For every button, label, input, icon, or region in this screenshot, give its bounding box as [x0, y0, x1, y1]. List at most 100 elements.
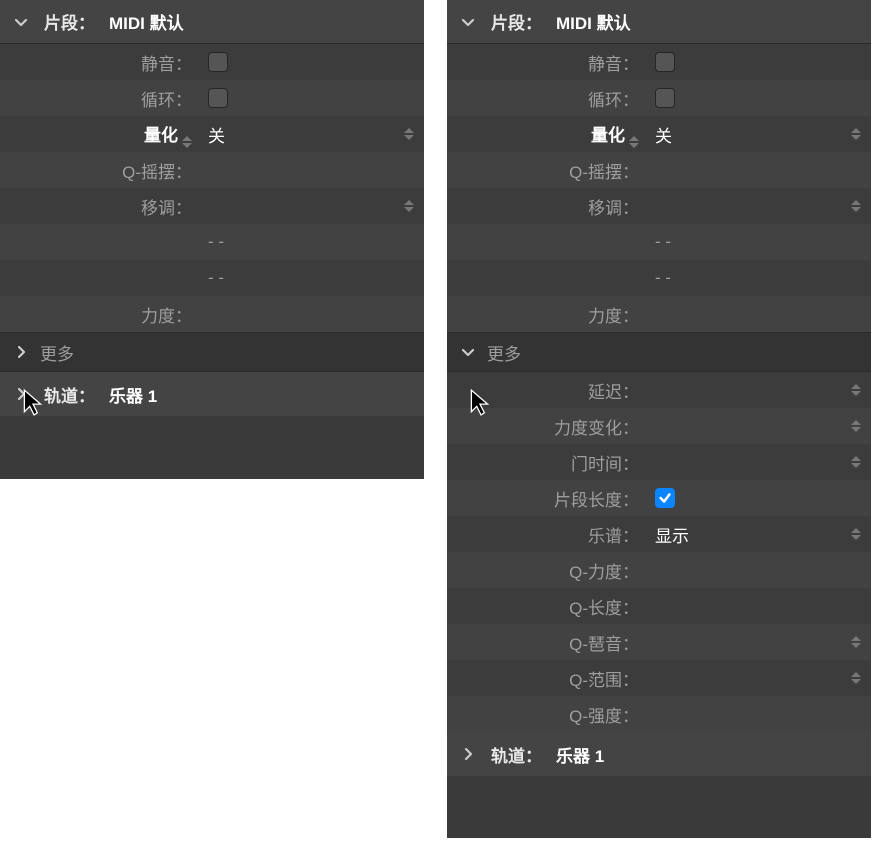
row-regionlen: 片段长度： — [447, 480, 871, 516]
mute-label: 静音： — [0, 50, 198, 75]
row-dash2: - - — [447, 260, 871, 296]
inspector-panel-expanded: 片段： MIDI 默认 静音： 循环： 量化 关 Q-摇摆： 移调： - - — [447, 0, 871, 838]
track-name[interactable]: 乐器 1 — [109, 382, 157, 407]
qvel-label: Q-力度： — [447, 558, 645, 583]
track-label: 轨道： — [44, 382, 95, 407]
track-header[interactable]: 轨道： 乐器 1 — [447, 732, 871, 776]
delay-stepper-icon[interactable] — [851, 384, 861, 396]
velocity-label: 力度： — [0, 302, 198, 327]
region-label: 片段： — [491, 9, 542, 34]
more-toggle[interactable]: 更多 — [447, 332, 871, 372]
row-qrange: Q-范围： — [447, 660, 871, 696]
score-stepper-icon[interactable] — [851, 528, 861, 540]
qswing-label: Q-摇摆： — [0, 158, 198, 183]
inspector-panel-collapsed: 片段： MIDI 默认 静音： 循环： 量化 关 Q-摇摆： 移调： - - — [0, 0, 424, 479]
qswing-label: Q-摇摆： — [447, 158, 645, 183]
row-velocity: 力度： — [447, 296, 871, 332]
transpose-label: 移调： — [447, 194, 645, 219]
quantize-value[interactable]: 关 — [198, 116, 424, 152]
quantize-value[interactable]: 关 — [645, 116, 871, 152]
qvel-value[interactable] — [645, 552, 871, 588]
row-velocity: 力度： — [0, 296, 424, 332]
dash-value-1: - - — [198, 224, 424, 260]
velchange-stepper-icon[interactable] — [851, 420, 861, 432]
mute-label: 静音： — [447, 50, 645, 75]
chevron-right-icon — [12, 343, 30, 361]
row-quantize: 量化 关 — [0, 116, 424, 152]
qlen-label: Q-长度： — [447, 594, 645, 619]
chevron-down-icon — [459, 13, 477, 31]
row-loop: 循环： — [0, 80, 424, 116]
score-value[interactable]: 显示 — [645, 516, 871, 552]
row-dash1: - - — [0, 224, 424, 260]
quantize-label-stepper-icon[interactable] — [182, 136, 192, 148]
more-label: 更多 — [487, 340, 521, 365]
velchange-value[interactable] — [645, 408, 871, 444]
region-header[interactable]: 片段： MIDI 默认 — [447, 0, 871, 44]
quantize-label-stepper-icon[interactable] — [629, 136, 639, 148]
row-delay: 延迟： — [447, 372, 871, 408]
qarp-value[interactable] — [645, 624, 871, 660]
loop-checkbox[interactable] — [208, 88, 228, 108]
qstr-value[interactable] — [645, 696, 871, 732]
qlen-value[interactable] — [645, 588, 871, 624]
row-qswing: Q-摇摆： — [0, 152, 424, 188]
quantize-label: 量化 — [447, 121, 645, 148]
more-toggle[interactable]: 更多 — [0, 332, 424, 372]
region-name[interactable]: MIDI 默认 — [109, 9, 184, 34]
row-velchange: 力度变化： — [447, 408, 871, 444]
dash-value-2: - - — [645, 260, 871, 296]
chevron-right-icon — [459, 745, 477, 763]
row-qlen: Q-长度： — [447, 588, 871, 624]
dash-value-2: - - — [198, 260, 424, 296]
transpose-stepper-icon[interactable] — [404, 200, 414, 212]
row-qvel: Q-力度： — [447, 552, 871, 588]
delay-label: 延迟： — [447, 378, 645, 403]
track-name[interactable]: 乐器 1 — [556, 742, 604, 767]
velchange-label: 力度变化： — [447, 414, 645, 439]
row-mute: 静音： — [447, 44, 871, 80]
row-quantize: 量化 关 — [447, 116, 871, 152]
row-gatetime: 门时间： — [447, 444, 871, 480]
transpose-stepper-icon[interactable] — [851, 200, 861, 212]
qarp-stepper-icon[interactable] — [851, 636, 861, 648]
qrange-value[interactable] — [645, 660, 871, 696]
transpose-label: 移调： — [0, 194, 198, 219]
chevron-down-icon — [12, 13, 30, 31]
row-dash2: - - — [0, 260, 424, 296]
region-name[interactable]: MIDI 默认 — [556, 9, 631, 34]
region-header[interactable]: 片段： MIDI 默认 — [0, 0, 424, 44]
row-loop: 循环： — [447, 80, 871, 116]
regionlen-label: 片段长度： — [447, 486, 645, 511]
row-mute: 静音： — [0, 44, 424, 80]
mute-checkbox[interactable] — [655, 52, 675, 72]
quantize-label: 量化 — [0, 121, 198, 148]
regionlen-checkbox[interactable] — [655, 488, 675, 508]
loop-checkbox[interactable] — [655, 88, 675, 108]
track-label: 轨道： — [491, 742, 542, 767]
velocity-label: 力度： — [447, 302, 645, 327]
qstr-label: Q-强度： — [447, 702, 645, 727]
transpose-value[interactable] — [645, 188, 871, 224]
dash-value-1: - - — [645, 224, 871, 260]
region-label: 片段： — [44, 9, 95, 34]
quantize-value-stepper-icon[interactable] — [851, 128, 861, 140]
chevron-right-icon — [12, 385, 30, 403]
delay-value[interactable] — [645, 372, 871, 408]
velocity-value[interactable] — [645, 296, 871, 332]
transpose-value[interactable] — [198, 188, 424, 224]
qswing-value[interactable] — [645, 152, 871, 188]
mute-checkbox[interactable] — [208, 52, 228, 72]
quantize-value-stepper-icon[interactable] — [404, 128, 414, 140]
qrange-stepper-icon[interactable] — [851, 672, 861, 684]
velocity-value[interactable] — [198, 296, 424, 332]
qrange-label: Q-范围： — [447, 666, 645, 691]
more-label: 更多 — [40, 340, 74, 365]
qswing-value[interactable] — [198, 152, 424, 188]
row-transpose: 移调： — [0, 188, 424, 224]
row-qstr: Q-强度： — [447, 696, 871, 732]
track-header[interactable]: 轨道： 乐器 1 — [0, 372, 424, 416]
gatetime-value[interactable] — [645, 444, 871, 480]
row-dash1: - - — [447, 224, 871, 260]
gatetime-stepper-icon[interactable] — [851, 456, 861, 468]
